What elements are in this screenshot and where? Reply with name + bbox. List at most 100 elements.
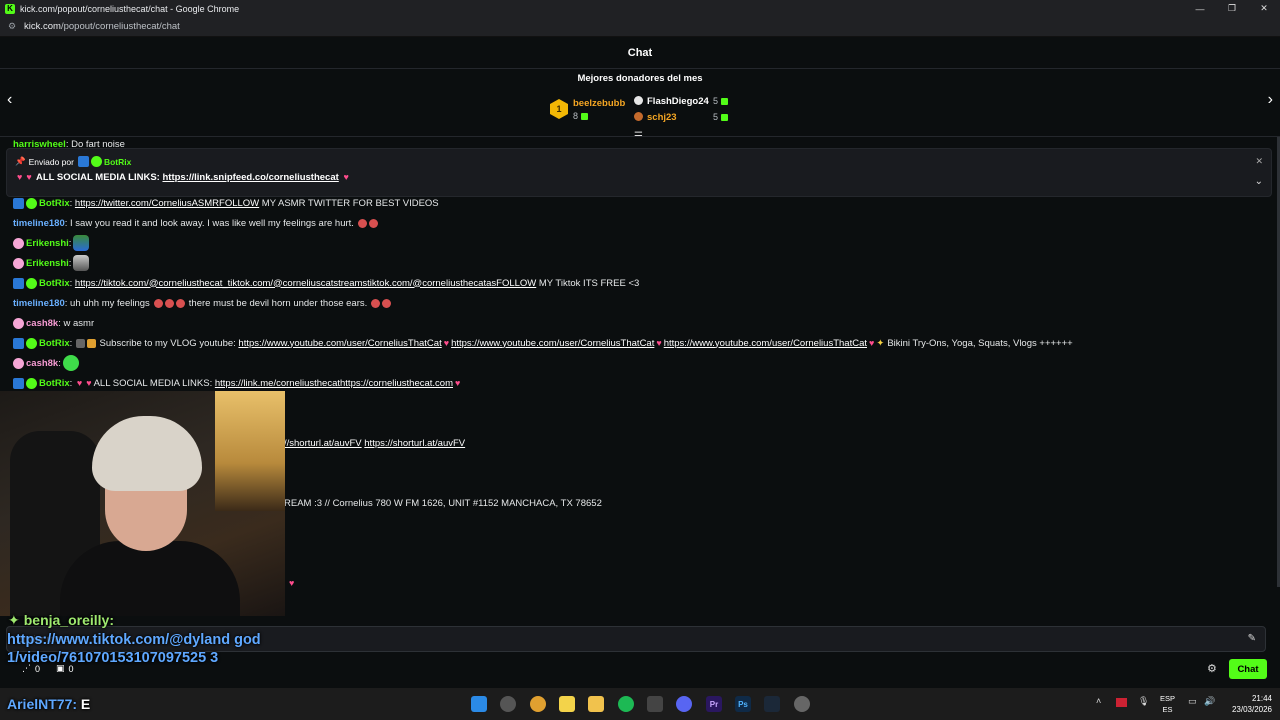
url-text[interactable]: kick.com/popout/corneliusthecat/chat [24,21,180,32]
message-link[interactable]: //shorturl.at/auvFV [284,438,362,449]
sparkles-icon: ✦ [876,337,885,349]
discord-icon[interactable] [676,696,692,712]
star-icon: ✦ [8,612,20,628]
user-badge-icon [13,237,24,249]
monitor-icon[interactable]: ▭ [1188,696,1197,707]
username[interactable]: cash8k [26,318,58,329]
donor-first-value: 8 [573,111,589,121]
username[interactable]: BotRix [39,378,70,389]
message-link[interactable]: https://twitter.com/CorneliusASMRFOLLOW [75,198,259,209]
pinned-link[interactable]: https://link.snipfeed.co/corneliusthecat [162,172,338,183]
username[interactable]: BotRix [39,338,70,349]
emote-icon [153,298,163,308]
username[interactable]: BotRix [39,198,70,209]
restore-button[interactable]: ❐ [1216,0,1248,17]
verified-badge-icon [26,377,37,389]
username[interactable]: Erikenshi [26,258,69,269]
site-info-icon[interactable]: ⚙ [8,21,20,32]
chat-message: timeline180: I saw you read it and look … [13,215,379,231]
gear-icon[interactable]: ⚙ [1207,662,1217,675]
start-icon[interactable] [471,696,487,712]
heart-icon: ♥ [656,338,662,348]
heart-icon: ♥ [26,172,32,182]
send-chat-button[interactable]: Chat [1229,659,1267,679]
rank-2-medal-icon [634,96,643,105]
language-indicator[interactable]: ESP ES [1160,693,1175,715]
message-text: Subscribe to my VLOG youtube: [99,337,236,349]
verified-badge-icon [26,197,37,209]
overlay-username: ✦ benja_oreilly: [8,612,114,628]
emoji-icon[interactable]: ✎ [1248,633,1256,644]
message-text: w asmr [63,317,95,329]
chevron-down-icon[interactable]: ⌄ [1255,176,1263,187]
rank-1-medal-icon: 1 [550,99,568,119]
kicks-coin-icon [581,113,589,121]
donor-third-name[interactable]: schj23 [647,112,677,123]
volume-icon[interactable]: 🔊 [1204,696,1215,707]
spotify-icon[interactable] [618,696,634,712]
folder-icon[interactable] [588,696,604,712]
username[interactable]: timeline180 [13,298,65,309]
moderator-badge-icon [13,197,24,209]
donor-second-value: 5 [713,96,729,106]
message-text: REAM :3 // Cornelius 780 W FM 1626, UNIT… [284,497,602,509]
cat-emote-icon [73,255,90,271]
windows-taskbar: Pr Ps ˄ 🎙 ESP ES ▭ 🔊 21:44 23/03/2026 [0,688,1280,720]
donor-first-name[interactable]: beelzebubb [573,98,625,109]
emote-icon [371,298,381,308]
close-button[interactable]: ✕ [1248,0,1280,17]
flag-icon[interactable] [1116,698,1127,707]
chat-title: Chat [627,47,653,59]
username[interactable]: BotRix [39,278,70,289]
message-link[interactable]: https://www.youtube.com/user/CorneliusTh… [238,338,441,349]
heart-icon: ♥ [76,378,83,388]
premiere-icon[interactable]: Pr [706,696,722,712]
message-link[interactable]: https://shorturl.at/auvFV [364,438,465,449]
steam-icon[interactable] [764,696,780,712]
chat-message: BotRix: Subscribe to my VLOG youtube: ht… [13,335,1073,351]
chevron-up-icon[interactable]: ˄ [1096,696,1101,706]
chevron-right-icon[interactable]: › [1268,91,1273,109]
minimize-button[interactable]: — [1184,0,1216,17]
window-title: kick.com/popout/corneliusthecat/chat - G… [20,3,240,14]
app-icon[interactable] [794,696,810,712]
heart-icon: ♥ [443,338,450,348]
obs-icon[interactable] [647,696,663,712]
address-bar[interactable]: ⚙ kick.com/popout/corneliusthecat/chat [0,17,1280,37]
notes-icon[interactable] [559,696,575,712]
chat-message: BotRix: ♥ ♥ ALL SOCIAL MEDIA LINKS: https… [13,375,462,391]
chat-message: timeline180: uh uhh my feelings there mu… [13,295,392,311]
username[interactable]: timeline180 [13,218,65,229]
username[interactable]: cash8k [26,358,58,369]
chat-message: Erikenshi: [13,235,90,251]
moderator-badge-icon [13,277,24,289]
chat-message-partial: ♥ [287,575,296,591]
top-donors-panel: Mejores donadores del mes ‹ › 1 beelzebu… [0,69,1280,142]
emote-icon [368,218,378,228]
emote-icon [86,338,96,348]
microphone-icon[interactable]: 🎙 [1138,696,1149,707]
kick-favicon-icon: K [5,3,15,14]
photoshop-icon[interactable]: Ps [735,696,751,712]
message-link[interactable]: https://link.me/corneliusthecathttps://c… [215,378,453,389]
chrome-icon[interactable] [530,696,546,712]
message-link[interactable]: https://www.youtube.com/user/CorneliusTh… [664,338,867,349]
search-icon[interactable] [500,696,516,712]
verified-badge-icon [90,156,102,167]
chat-message: cash8k: w asmr [13,315,94,331]
donor-third-value: 5 [713,112,729,122]
unpin-icon[interactable]: ✕ [1255,156,1263,167]
clock[interactable]: 21:44 23/03/2026 [1226,693,1272,715]
emote-icon [382,298,392,308]
pinned-prefix: Enviado por [28,156,74,167]
verified-badge-icon [26,337,37,349]
rank-3-medal-icon [634,112,643,121]
overlay-link: https://www.tiktok.com/@dyland god1/vide… [7,632,261,666]
pinned-author[interactable]: BotRix [104,157,131,167]
username[interactable]: Erikenshi [26,238,69,249]
chevron-left-icon[interactable]: ‹ [7,91,12,109]
message-link[interactable]: https://tiktok.com/@corneliusthecat_tikt… [75,278,536,289]
donors-title: Mejores donadores del mes [577,73,703,84]
message-link[interactable]: https://www.youtube.com/user/CorneliusTh… [451,338,654,349]
donor-second-name[interactable]: FlashDiego24 [647,96,709,107]
